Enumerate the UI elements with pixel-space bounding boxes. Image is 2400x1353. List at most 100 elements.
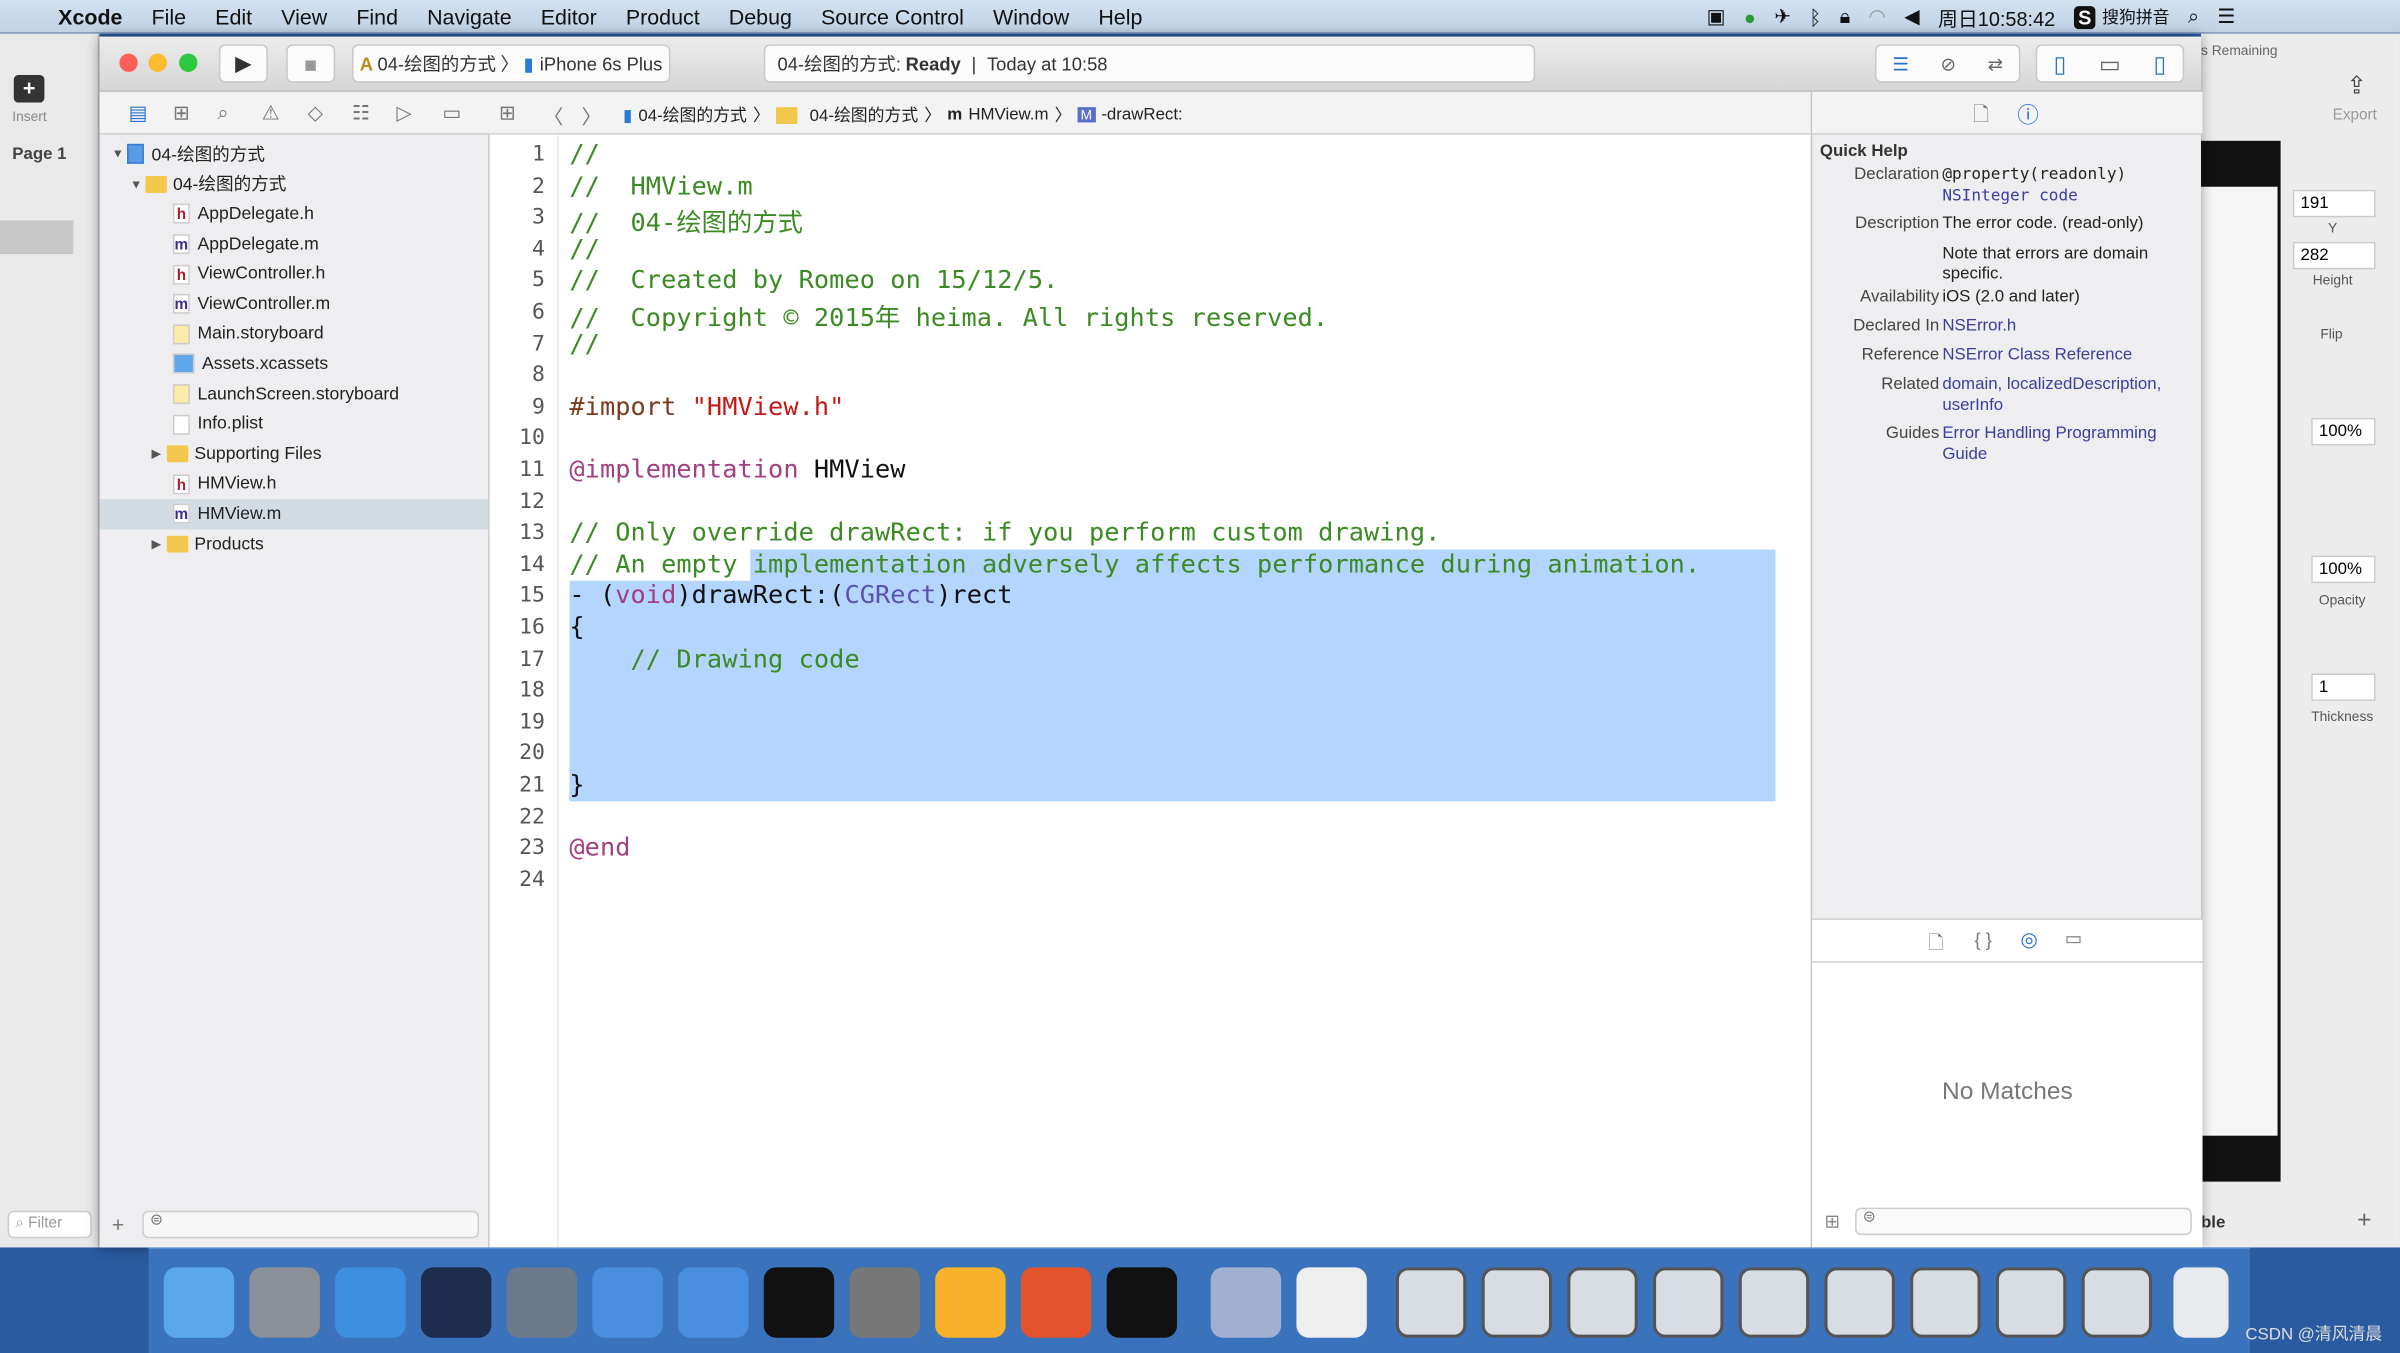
quick-help-value[interactable]: NSError.h <box>1942 317 2195 338</box>
standard-editor-icon[interactable]: ☰ <box>1892 53 1908 74</box>
forward-icon[interactable]: 〉 <box>582 101 602 130</box>
stop-button[interactable]: ■ <box>286 44 336 83</box>
code-line[interactable]: // Created by Romeo on 15/12/5. <box>569 265 1058 294</box>
report-navigator-icon[interactable]: ▭ <box>442 101 461 125</box>
instruments-icon[interactable] <box>678 1267 749 1338</box>
menu-source-control[interactable]: Source Control <box>821 4 964 28</box>
thickness-input[interactable]: 1 <box>2311 673 2376 702</box>
disclosure-open-icon[interactable]: ▼ <box>112 147 127 161</box>
run-button[interactable]: ▶ <box>218 44 268 83</box>
insert-button[interactable]: + <box>13 74 45 103</box>
menu-app[interactable]: Xcode <box>58 4 122 28</box>
minimized-window-icon[interactable] <box>1738 1267 1810 1338</box>
layer-row[interactable] <box>0 220 74 255</box>
navigator-item[interactable]: ▶ Products <box>99 529 488 559</box>
assistant-editor-icon[interactable]: ⊘ <box>1941 53 1956 74</box>
navigator-filter-input[interactable]: ⊜ <box>142 1210 480 1239</box>
utilities-toggle-icon[interactable]: ▯ <box>2154 50 2167 77</box>
safari-icon[interactable] <box>335 1267 406 1338</box>
find-navigator-icon[interactable]: ⌕ <box>217 101 228 125</box>
minimized-window-icon[interactable] <box>1395 1267 1467 1338</box>
code-line[interactable]: // An empty implementation adversely aff… <box>569 549 1700 578</box>
system-preferences-icon[interactable] <box>849 1267 920 1338</box>
code-line[interactable]: // Copyright © 2015年 heima. All rights r… <box>569 297 1328 334</box>
navigator-item[interactable]: ▶ Supporting Files <box>99 439 488 469</box>
navigator-item[interactable]: h HMView.h <box>99 469 488 499</box>
navigator-item[interactable]: Assets.xcassets <box>99 349 488 379</box>
add-file-icon[interactable]: + <box>112 1212 125 1236</box>
minimized-window-icon[interactable] <box>1481 1267 1553 1338</box>
add-icon[interactable]: + <box>2357 1208 2371 1236</box>
bluetooth-icon[interactable]: ᛒ <box>1809 5 1821 28</box>
jump-project[interactable]: 04-绘图的方式 <box>638 103 747 127</box>
navigator-item[interactable]: Main.storyboard <box>99 319 488 349</box>
volume-icon[interactable]: ◀ <box>1904 5 1919 29</box>
minimized-window-icon[interactable] <box>1995 1267 2067 1338</box>
navigator-item[interactable]: h AppDelegate.h <box>99 199 488 229</box>
quick-help-value[interactable]: domain, localizedDescription, userInfo <box>1942 375 2195 416</box>
trial-remaining[interactable]: s Remaining <box>2201 43 2278 58</box>
filter-input[interactable]: ⌕ Filter <box>7 1210 92 1239</box>
sketch-icon[interactable] <box>935 1267 1006 1338</box>
code-line[interactable]: // Drawing code <box>569 644 859 673</box>
notification-center-icon[interactable]: ☰ <box>2217 5 2235 29</box>
powerpoint-icon[interactable] <box>1020 1267 1092 1338</box>
quick-help-icon[interactable]: ⓘ <box>2017 99 2038 130</box>
code-line[interactable]: { <box>569 612 584 641</box>
jump-file[interactable]: HMView.m <box>968 106 1048 124</box>
percent-input[interactable]: 100% <box>2311 417 2376 446</box>
xcode-icon[interactable] <box>592 1267 663 1338</box>
page-label[interactable]: Page 1 <box>12 145 66 163</box>
issue-navigator-icon[interactable]: ⚠ <box>262 101 280 125</box>
symbol-navigator-icon[interactable]: ⊞ <box>173 101 190 125</box>
zoom-button[interactable] <box>179 53 198 72</box>
ime-label[interactable]: 搜狗拼音 <box>2102 5 2169 29</box>
ime-icon[interactable]: S <box>2073 5 2097 29</box>
screen-record-icon[interactable]: ▣ <box>1707 5 1726 29</box>
code-line[interactable]: // <box>569 328 600 357</box>
code-line[interactable]: } <box>569 770 584 799</box>
code-line[interactable]: // <box>569 234 600 263</box>
menu-editor[interactable]: Editor <box>541 4 597 28</box>
disclosure-open-icon[interactable]: ▼ <box>130 177 145 191</box>
height-input[interactable]: 282 <box>2292 241 2376 270</box>
green-app-icon[interactable]: ● <box>1744 5 1756 28</box>
quicktime-icon[interactable] <box>1210 1267 1282 1338</box>
menu-help[interactable]: Help <box>1098 4 1142 28</box>
minimized-window-icon[interactable] <box>1824 1267 1895 1338</box>
navigator-item[interactable]: Info.plist <box>99 409 488 439</box>
code-line[interactable]: #import "HMView.h" <box>569 392 844 421</box>
finder-icon[interactable] <box>163 1267 235 1338</box>
navigator-item[interactable]: ▼ 04-绘图的方式 <box>99 169 488 199</box>
navigator-item[interactable]: m HMView.m <box>99 499 489 530</box>
breakpoint-navigator-icon[interactable]: ▷ <box>396 101 411 125</box>
opacity-input[interactable]: 100% <box>2311 555 2376 584</box>
navigator-toggle-icon[interactable]: ▯ <box>2054 50 2067 77</box>
minimize-button[interactable] <box>148 53 167 72</box>
library-filter-input[interactable]: ⊜ <box>1855 1207 2192 1236</box>
disclosure-closed-icon[interactable]: ▶ <box>152 447 167 461</box>
navigator-item[interactable]: m AppDelegate.m <box>99 229 488 259</box>
minimized-window-icon[interactable] <box>1910 1267 1981 1338</box>
media-library-icon[interactable]: ▭ <box>2065 928 2082 949</box>
wifi-icon[interactable]: ◠ <box>1869 5 1886 29</box>
device-name[interactable]: iPhone 6s Plus <box>540 53 663 74</box>
mouse-app-icon[interactable] <box>420 1267 492 1338</box>
close-button[interactable] <box>119 53 138 72</box>
navigator-item[interactable]: m ViewController.m <box>99 289 488 319</box>
grid-view-icon[interactable]: ⊞ <box>1824 1211 1839 1232</box>
navigator-item[interactable]: ▼ 04-绘图的方式 <box>99 139 488 169</box>
menu-find[interactable]: Find <box>356 4 398 28</box>
preview-icon[interactable] <box>1296 1267 1367 1338</box>
file-inspector-icon[interactable]: 🗋 <box>1973 101 1989 135</box>
y-input[interactable]: 191 <box>2292 189 2376 218</box>
code-line[interactable]: @implementation HMView <box>569 455 905 484</box>
jump-symbol[interactable]: -drawRect: <box>1101 106 1182 124</box>
menu-navigate[interactable]: Navigate <box>427 4 512 28</box>
navigator-item[interactable]: LaunchScreen.storyboard <box>99 379 488 409</box>
code-line[interactable]: // Only override drawRect: if you perfor… <box>569 518 1440 547</box>
code-line[interactable]: // HMView.m <box>569 171 752 200</box>
code-line[interactable]: @end <box>569 833 630 862</box>
quick-help-value[interactable]: Error Handling Programming Guide <box>1942 424 2195 465</box>
trash-icon[interactable] <box>2173 1267 2229 1338</box>
